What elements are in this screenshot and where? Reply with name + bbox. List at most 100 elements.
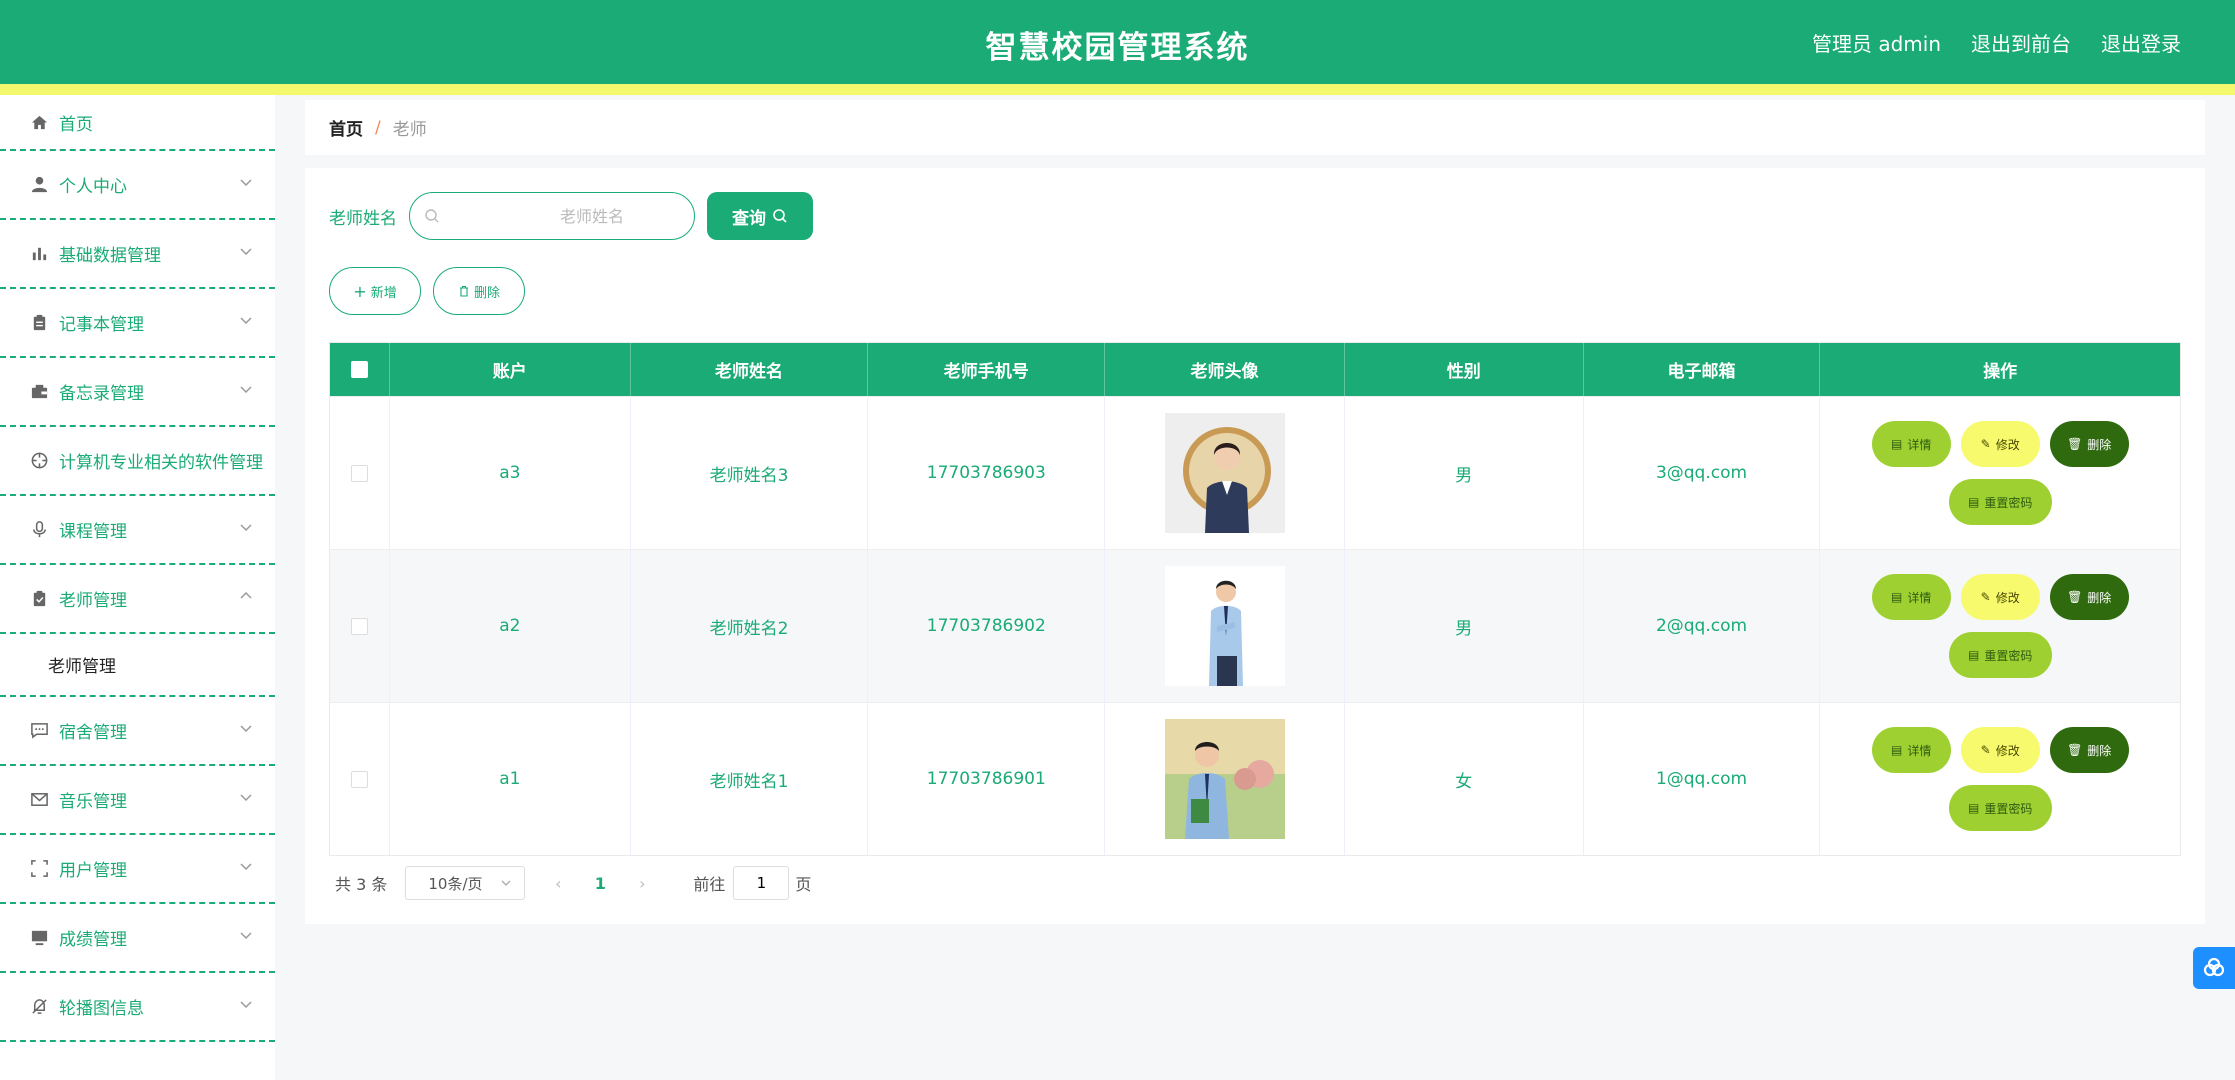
search-icon xyxy=(773,209,787,223)
reset-password-button[interactable]: ▤ 重置密码 xyxy=(1948,632,2052,678)
chevron-down-icon xyxy=(240,248,252,256)
column-header: 老师手机号 xyxy=(868,343,1106,396)
select-all-cell xyxy=(330,343,390,396)
row-checkbox[interactable] xyxy=(350,617,368,635)
goto-label: 前往 xyxy=(693,875,726,894)
sidebar-item-label: 成绩管理 xyxy=(59,930,127,950)
floating-assistant-button[interactable] xyxy=(2193,947,2235,989)
goto-page-input[interactable] xyxy=(733,866,790,900)
header-stripe xyxy=(0,84,2235,95)
column-header: 账户 xyxy=(390,343,631,396)
add-button[interactable]: + 新增 xyxy=(329,267,421,315)
row-checkbox[interactable] xyxy=(350,770,368,788)
trash-icon: 🗑 xyxy=(2067,590,2083,604)
detail-button[interactable]: ▤ 详情 xyxy=(1871,727,1951,773)
reset-password-button[interactable]: ▤ 重置密码 xyxy=(1948,785,2052,831)
query-button[interactable]: 查询 xyxy=(707,192,813,240)
sidebar-item-notebook[interactable]: 记事本管理 xyxy=(0,289,275,358)
document-icon: ▤ xyxy=(1968,801,1980,815)
document-icon: ▤ xyxy=(1891,743,1903,757)
sidebar-item-dormitory[interactable]: 宿舍管理 xyxy=(0,697,275,766)
trash-icon xyxy=(459,285,468,297)
select-all-checkbox[interactable] xyxy=(350,361,368,378)
delete-row-button[interactable]: 🗑 删除 xyxy=(2049,727,2129,773)
table-header: 账户 老师姓名 老师手机号 老师头像 性别 电子邮箱 操作 xyxy=(330,343,2180,396)
user-icon xyxy=(29,175,49,195)
breadcrumb-home[interactable]: 首页 xyxy=(329,115,363,140)
sidebar-item-label: 宿舍管理 xyxy=(59,723,127,743)
page-size-select[interactable]: 10条/页 xyxy=(405,866,526,900)
sidebar-item-personal-center[interactable]: 个人中心 xyxy=(0,151,275,220)
sidebar-item-label: 轮播图信息 xyxy=(59,999,144,1019)
delete-row-button[interactable]: 🗑 删除 xyxy=(2049,421,2129,467)
sidebar-item-label: 音乐管理 xyxy=(59,792,127,812)
detail-button[interactable]: ▤ 详情 xyxy=(1871,574,1951,620)
detail-label: 详情 xyxy=(1907,437,1932,452)
search-bar: 老师姓名 查询 xyxy=(329,192,813,240)
account-cell: a1 xyxy=(390,703,631,855)
search-field[interactable] xyxy=(409,192,695,240)
edit-label: 修改 xyxy=(1995,590,2020,605)
add-label: 新增 xyxy=(370,285,397,301)
operations-cell: ▤ 详情 ✎ 修改 🗑 删除 ▤ 重置密码 xyxy=(1820,703,2180,855)
microphone-icon xyxy=(29,520,49,540)
top-header: 智慧校园管理系统 管理员 admin 退出到前台 退出登录 xyxy=(0,0,2235,84)
pencil-icon: ✎ xyxy=(1980,590,1991,604)
crosshair-icon xyxy=(29,451,49,471)
detail-button[interactable]: ▤ 详情 xyxy=(1871,421,1951,467)
sidebar-item-score[interactable]: 成绩管理 xyxy=(0,904,275,973)
edit-button[interactable]: ✎ 修改 xyxy=(1960,421,2040,467)
sidebar-item-label: 用户管理 xyxy=(59,861,127,881)
delete-row-label: 删除 xyxy=(2087,743,2112,758)
sidebar-item-user[interactable]: 用户管理 xyxy=(0,835,275,904)
page-size-value: 10条/页 xyxy=(428,874,483,893)
row-select-cell xyxy=(330,397,390,549)
sidebar-item-teacher[interactable]: 老师管理 xyxy=(0,565,275,634)
sidebar-subitem-teacher-management[interactable]: 老师管理 xyxy=(0,634,275,697)
sidebar-item-basic-data[interactable]: 基础数据管理 xyxy=(0,220,275,289)
reset-password-button[interactable]: ▤ 重置密码 xyxy=(1948,479,2052,525)
chevron-down-icon xyxy=(240,725,252,733)
column-header: 性别 xyxy=(1345,343,1584,396)
email-cell: 1@qq.com xyxy=(1584,703,1821,855)
delete-row-button[interactable]: 🗑 删除 xyxy=(2049,574,2129,620)
name-cell: 老师姓名1 xyxy=(631,703,869,855)
document-icon: ▤ xyxy=(1891,590,1903,604)
pagination: 共 3 条 10条/页 ‹ 1 › 前往 页 xyxy=(335,866,811,900)
page-number[interactable]: 1 xyxy=(583,874,617,893)
phone-cell: 17703786903 xyxy=(868,397,1106,549)
query-label: 查询 xyxy=(732,208,766,229)
gender-cell: 男 xyxy=(1345,397,1584,549)
search-input[interactable] xyxy=(410,193,694,239)
reset-password-label: 重置密码 xyxy=(1984,801,2033,816)
row-checkbox[interactable] xyxy=(350,464,368,482)
avatar-cell xyxy=(1105,397,1345,549)
logout-link[interactable]: 退出登录 xyxy=(2101,28,2181,57)
next-page-button[interactable]: › xyxy=(627,874,657,893)
main-panel: 老师姓名 查询 + 新增 删除 账户 老师姓名 老师手机号 老师头像 性别 电子… xyxy=(305,168,2205,924)
sidebar-item-software[interactable]: 计算机专业相关的软件管理 xyxy=(0,427,275,496)
edit-button[interactable]: ✎ 修改 xyxy=(1960,574,2040,620)
teacher-avatar xyxy=(1164,719,1285,839)
sidebar-item-music[interactable]: 音乐管理 xyxy=(0,766,275,835)
gender-cell: 男 xyxy=(1345,550,1584,702)
chat-icon xyxy=(29,721,49,741)
plus-icon: + xyxy=(353,281,367,301)
name-cell: 老师姓名3 xyxy=(631,397,869,549)
page-suffix: 页 xyxy=(795,875,812,894)
pencil-icon: ✎ xyxy=(1980,437,1991,451)
cloud-link-icon xyxy=(2203,957,2225,977)
edit-button[interactable]: ✎ 修改 xyxy=(1960,727,2040,773)
sidebar-item-home[interactable]: 首页 xyxy=(0,95,275,151)
breadcrumb-current: 老师 xyxy=(392,120,427,140)
sidebar-item-course[interactable]: 课程管理 xyxy=(0,496,275,565)
chevron-down-icon xyxy=(240,524,252,532)
sidebar-item-carousel[interactable]: 轮播图信息 xyxy=(0,973,275,1042)
exit-to-front-link[interactable]: 退出到前台 xyxy=(1971,28,2071,57)
prev-page-button[interactable]: ‹ xyxy=(543,874,573,893)
chevron-down-icon xyxy=(240,386,252,394)
admin-user-link[interactable]: 管理员 admin xyxy=(1812,28,1941,57)
delete-button[interactable]: 删除 xyxy=(433,267,525,315)
account-cell: a3 xyxy=(390,397,631,549)
sidebar-item-memo[interactable]: 备忘录管理 xyxy=(0,358,275,427)
